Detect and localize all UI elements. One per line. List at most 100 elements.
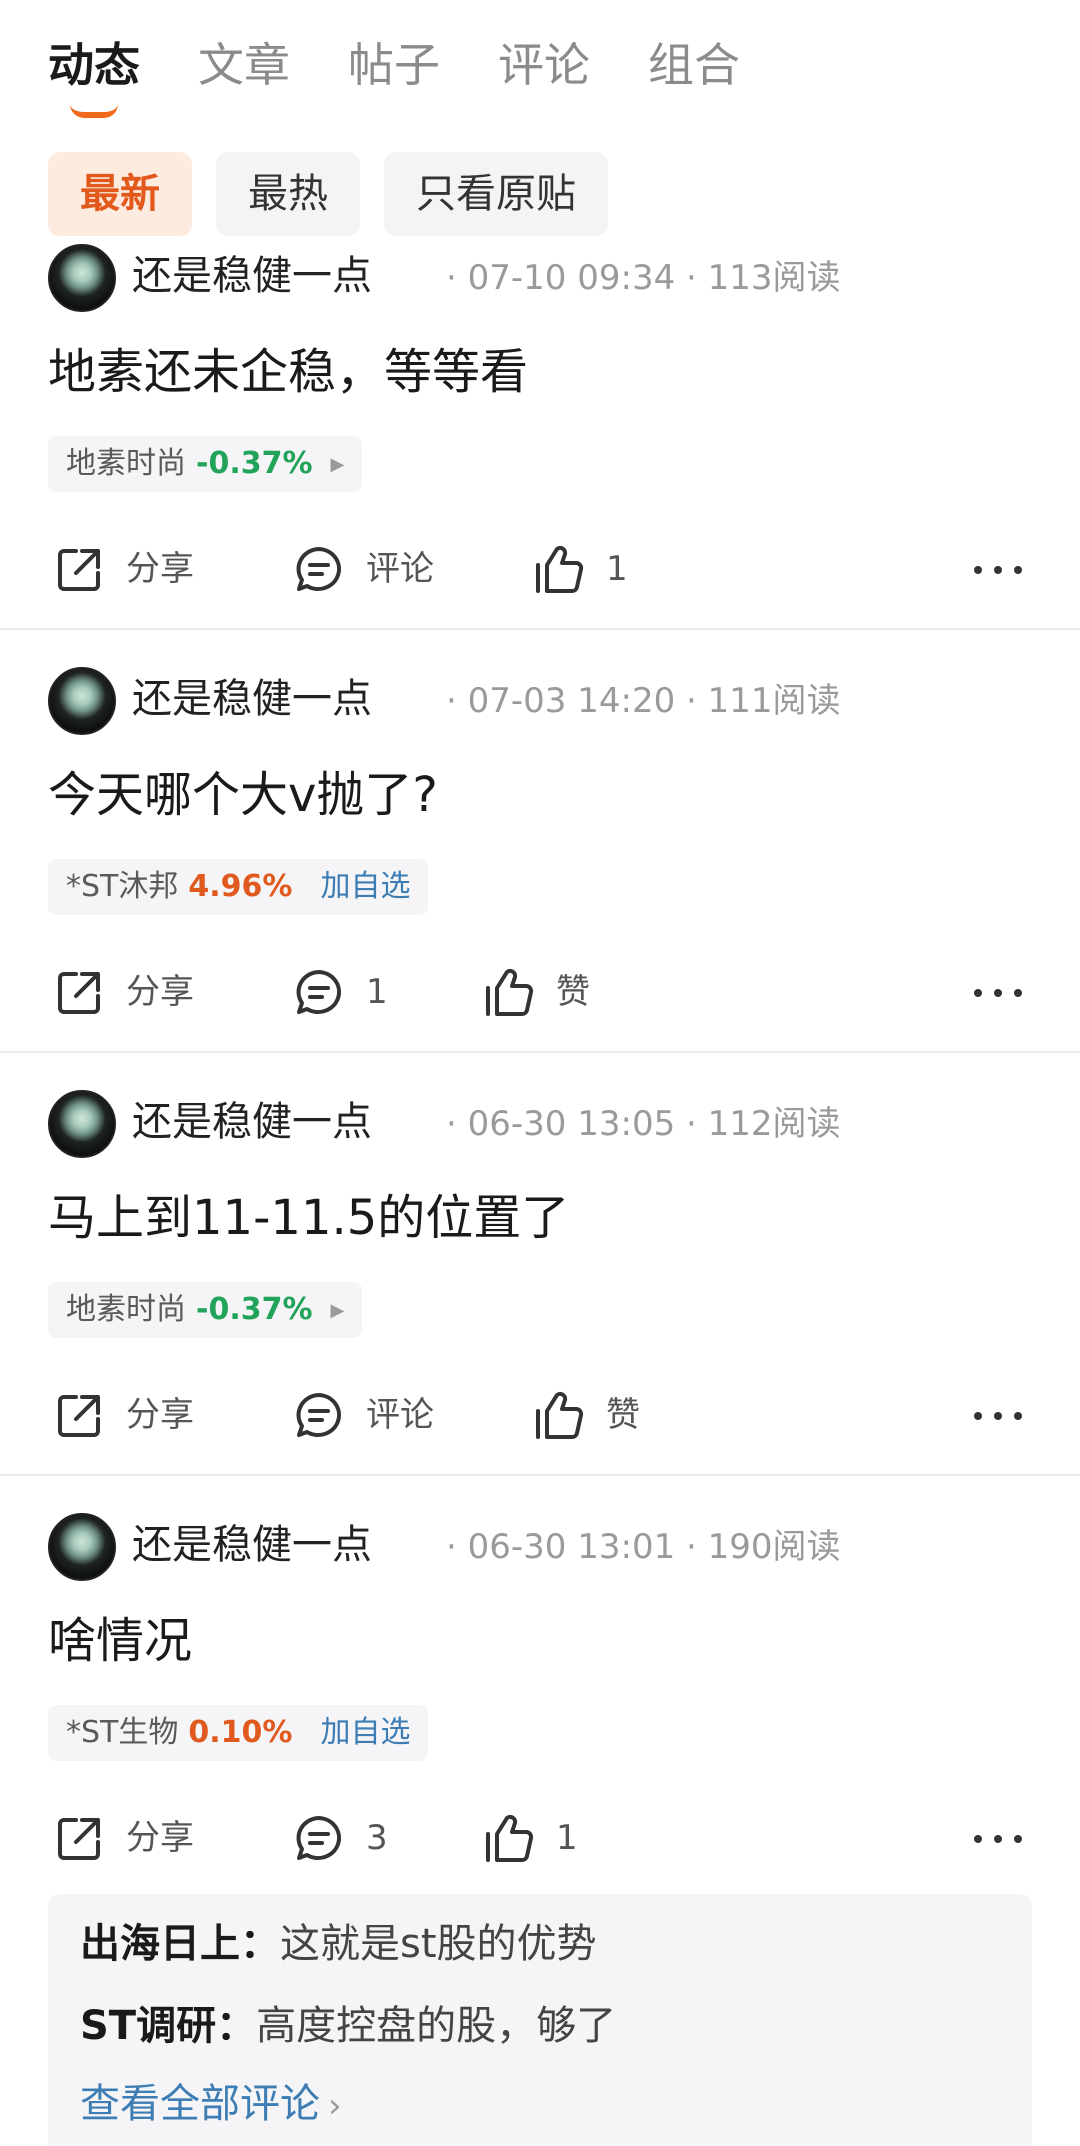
stock-name: *ST沐邦 [66,869,179,904]
chevron-right-icon: › [328,2086,342,2126]
comments-preview[interactable]: 出海日上：这就是st股的优势 ST调研：高度控盘的股，够了 查看全部评论 › [48,1894,1032,2146]
post-actions: 分享 评论 1 [0,534,1080,604]
share-icon [58,1395,100,1437]
post-card[interactable]: 还是稳健一点 · 06-30 13:05 · 112阅读 马上到11-11.5的… [0,1090,1080,1475]
comment-item[interactable]: ST调研：高度控盘的股，够了 [80,1998,616,2054]
filter-hottest[interactable]: 最热 [216,152,360,236]
like-button[interactable]: 赞 [532,1380,652,1450]
like-label: 赞 [606,1395,640,1435]
top-tab-bar: 动态 文章 帖子 评论 组合 [0,0,1080,140]
post-text[interactable]: 今天哪个大v抛了? [48,763,438,827]
like-button[interactable]: 1 [482,1803,602,1873]
avatar[interactable] [48,244,116,312]
comment-icon [296,1393,342,1437]
more-icon[interactable] [972,957,1026,1027]
like-label: 1 [556,1818,578,1858]
like-label: 赞 [556,972,590,1012]
post-text[interactable]: 地素还未企稳，等等看 [48,340,528,404]
comment-text: 高度控盘的股，够了 [256,2003,617,2049]
stock-name: 地素时尚 [66,1292,186,1327]
share-icon [58,972,100,1014]
stock-tag[interactable]: 地素时尚 -0.37% ▶ [48,1282,363,1338]
post-meta: · 06-30 13:01 · 190阅读 [446,1527,841,1567]
share-icon [58,549,100,591]
post-header: 还是稳健一点 · 06-30 13:01 · 190阅读 [48,1513,1048,1583]
comment-icon [296,970,342,1014]
stock-tag[interactable]: *ST沐邦 4.96% 加自选 [48,859,429,915]
add-watchlist-button[interactable]: 加自选 [320,869,410,904]
comment-icon [296,547,342,591]
stock-name: *ST生物 [66,1715,179,1750]
tab-posts[interactable]: 帖子 [348,36,440,94]
post-card[interactable]: 还是稳健一点 · 06-30 13:01 · 190阅读 啥情况 *ST生物 0.… [0,1513,1080,1893]
post-meta: · 06-30 13:05 · 112阅读 [446,1104,841,1144]
share-button[interactable]: 分享 [52,1380,212,1450]
see-all-label: 查看全部评论 [80,2081,320,2127]
share-label: 分享 [126,1395,194,1435]
stock-tag[interactable]: *ST生物 0.10% 加自选 [48,1705,429,1761]
post-card[interactable]: 还是稳健一点 · 07-10 09:34 · 113阅读 地素还未企稳，等等看 … [0,244,1080,629]
active-tab-indicator [70,104,118,118]
share-button[interactable]: 分享 [52,534,212,604]
see-all-comments-link[interactable]: 查看全部评论 › [80,2076,342,2134]
share-label: 分享 [126,972,194,1012]
more-icon[interactable] [972,1803,1026,1873]
post-actions: 分享 3 1 [0,1803,1080,1873]
comment-button[interactable]: 评论 [292,534,452,604]
comment-label: 评论 [366,1395,434,1435]
post-actions: 分享 评论 赞 [0,1380,1080,1450]
triangle-right-icon: ▶ [330,1299,345,1321]
author-name[interactable]: 还是稳健一点 [132,1517,372,1573]
stock-change: -0.37% [196,446,313,481]
like-button[interactable]: 赞 [482,957,602,1027]
thumbs-up-icon [486,968,534,1016]
share-button[interactable]: 分享 [52,957,212,1027]
thumbs-up-icon [536,545,584,593]
stock-change: 4.96% [188,869,293,904]
triangle-right-icon: ▶ [330,453,345,475]
post-actions: 分享 1 赞 [0,957,1080,1027]
like-label: 1 [606,549,628,589]
comment-user[interactable]: 出海日上： [80,1921,280,1967]
author-name[interactable]: 还是稳健一点 [132,1094,372,1150]
stock-tag[interactable]: 地素时尚 -0.37% ▶ [48,436,363,492]
author-name[interactable]: 还是稳健一点 [132,248,372,304]
post-text[interactable]: 啥情况 [48,1609,192,1673]
author-name[interactable]: 还是稳健一点 [132,671,372,727]
share-label: 分享 [126,1818,194,1858]
post-text[interactable]: 马上到11-11.5的位置了 [48,1186,569,1250]
comment-button[interactable]: 1 [292,957,412,1027]
avatar[interactable] [48,1513,116,1581]
tab-articles[interactable]: 文章 [198,36,290,94]
avatar[interactable] [48,1090,116,1158]
comment-label: 1 [366,972,388,1012]
tab-portfolio[interactable]: 组合 [648,36,740,94]
tab-dynamics[interactable]: 动态 [48,36,140,94]
comment-label: 评论 [366,549,434,589]
tab-comments[interactable]: 评论 [498,36,590,94]
comment-text: 这就是st股的优势 [280,1921,597,1967]
more-icon[interactable] [972,1380,1026,1450]
stock-change: -0.37% [196,1292,313,1327]
filter-original-only[interactable]: 只看原贴 [384,152,608,236]
divider [0,1051,1080,1053]
filter-latest[interactable]: 最新 [48,152,192,236]
comment-label: 3 [366,1818,388,1858]
stock-name: 地素时尚 [66,446,186,481]
more-icon[interactable] [972,534,1026,604]
thumbs-up-icon [536,1391,584,1439]
like-button[interactable]: 1 [532,534,652,604]
share-button[interactable]: 分享 [52,1803,212,1873]
comment-user[interactable]: ST调研： [80,2003,256,2049]
post-header: 还是稳健一点 · 07-03 14:20 · 111阅读 [48,667,1048,737]
avatar[interactable] [48,667,116,735]
post-meta: · 07-03 14:20 · 111阅读 [446,681,841,721]
post-card[interactable]: 还是稳健一点 · 07-03 14:20 · 111阅读 今天哪个大v抛了? *… [0,667,1080,1052]
comment-button[interactable]: 3 [292,1803,412,1873]
comment-button[interactable]: 评论 [292,1380,452,1450]
comment-icon [296,1816,342,1860]
comment-item[interactable]: 出海日上：这就是st股的优势 [80,1916,597,1972]
add-watchlist-button[interactable]: 加自选 [320,1715,410,1750]
post-header: 还是稳健一点 · 07-10 09:34 · 113阅读 [48,244,1048,314]
share-label: 分享 [126,549,194,589]
